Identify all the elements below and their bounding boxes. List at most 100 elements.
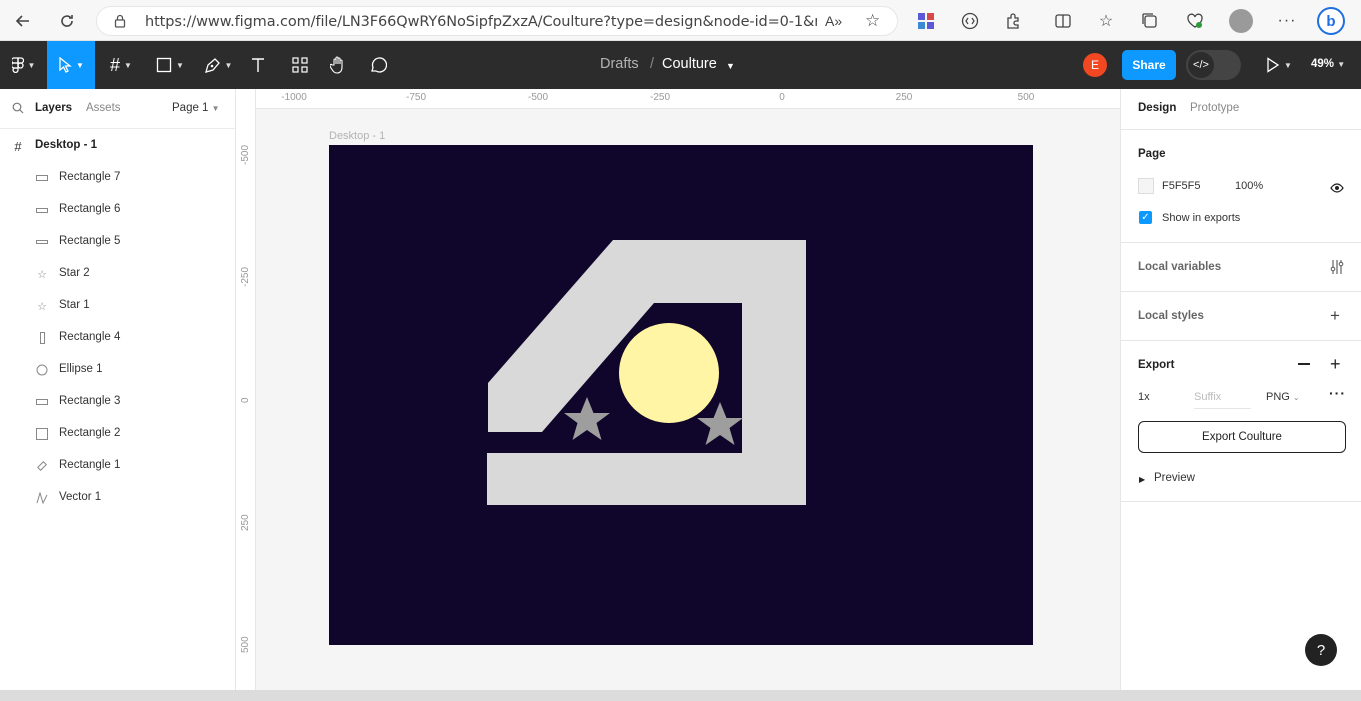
page-color-swatch[interactable] (1138, 178, 1154, 194)
layer-rectangle-4[interactable]: Rectangle 4 (0, 322, 235, 354)
ruler-label: -250 (240, 266, 251, 287)
page-color-value[interactable]: F5F5F5 (1162, 180, 1201, 192)
read-aloud-icon[interactable]: A» (825, 13, 842, 29)
file-name[interactable]: Coulture (662, 56, 717, 72)
page-opacity-value[interactable]: 100% (1235, 180, 1263, 192)
layer-rectangle-3[interactable]: Rectangle 3 (0, 386, 235, 418)
chevron-down-icon: ▼ (27, 60, 36, 70)
performance-icon[interactable] (1182, 8, 1208, 34)
frame-tool-button[interactable]: # ▼ (101, 41, 141, 89)
layer-rectangle-7[interactable]: Rectangle 7 (0, 162, 235, 194)
zoom-level[interactable]: 49% ▼ (1311, 58, 1345, 70)
code-icon[interactable] (957, 8, 983, 34)
plus-icon[interactable]: + (1330, 354, 1341, 375)
layer-rectangle-2[interactable]: Rectangle 2 (0, 418, 235, 450)
ellipse-icon (36, 364, 48, 376)
present-button[interactable]: ▼ (1262, 41, 1296, 89)
share-button[interactable]: Share (1122, 50, 1176, 80)
rectangle-icon (36, 236, 48, 248)
layer-vector-1[interactable]: Vector 1 (0, 482, 235, 514)
layer-name: Rectangle 2 (59, 427, 121, 439)
page-selector[interactable]: Page 1 ▼ (172, 102, 220, 114)
back-icon[interactable] (10, 8, 36, 34)
text-tool-button[interactable] (246, 41, 270, 89)
show-in-exports-checkbox[interactable]: ✓ (1139, 211, 1152, 224)
breadcrumb-separator: / (650, 56, 655, 72)
layer-star-1[interactable]: ☆ Star 1 (0, 290, 235, 322)
chevron-down-icon[interactable]: ▼ (726, 61, 735, 71)
frame-desktop-1[interactable] (329, 145, 1033, 645)
profile-icon[interactable] (1229, 9, 1253, 33)
ruler-label: 500 (240, 636, 251, 653)
collections-icon[interactable] (1137, 8, 1163, 34)
preview-row[interactable]: ▶ Preview (1121, 462, 1361, 502)
code-brackets-icon: </> (1188, 52, 1214, 78)
comment-icon (371, 57, 387, 73)
chevron-down-icon: ▼ (224, 60, 233, 70)
favorite-icon[interactable]: ☆ (865, 11, 880, 31)
bing-icon[interactable]: b (1317, 7, 1345, 35)
pen-tool-button[interactable]: ▼ (198, 41, 238, 89)
more-options-icon[interactable]: ··· (1329, 385, 1346, 401)
star-1[interactable] (564, 397, 610, 440)
layer-rectangle-1[interactable]: Rectangle 1 (0, 450, 235, 482)
local-styles-section[interactable]: Local styles + (1121, 292, 1361, 341)
figma-logo-icon (11, 57, 24, 73)
right-panel-tabs: Design Prototype (1121, 89, 1361, 130)
frame-icon: # (14, 138, 22, 154)
help-button[interactable]: ? (1305, 634, 1337, 666)
chevron-down-icon: ▼ (176, 60, 184, 70)
dev-mode-toggle[interactable]: </> (1186, 50, 1241, 80)
rectangle-bottom[interactable] (487, 453, 806, 505)
canvas[interactable]: -1000 -750 -500 -250 0 250 500 -500 -250… (236, 89, 1120, 690)
extensions-icon[interactable] (1001, 8, 1027, 34)
plus-icon[interactable]: + (1330, 306, 1340, 326)
chevron-down-icon: ▼ (211, 104, 220, 113)
user-avatar[interactable]: E (1083, 53, 1107, 77)
layer-ellipse-1[interactable]: Ellipse 1 (0, 354, 235, 386)
search-icon[interactable] (12, 101, 24, 119)
ellipse-1[interactable] (619, 323, 719, 423)
layer-rectangle-6[interactable]: Rectangle 6 (0, 194, 235, 226)
tab-design[interactable]: Design (1138, 102, 1176, 114)
tab-layers[interactable]: Layers (35, 102, 72, 114)
layer-desktop-1[interactable]: # Desktop - 1 (0, 130, 235, 162)
rectangle-right[interactable] (742, 303, 748, 453)
variables-icon[interactable] (1330, 259, 1344, 280)
favorites-icon[interactable]: ☆ (1093, 8, 1119, 34)
extensions-grid-icon[interactable] (913, 8, 939, 34)
eye-icon[interactable] (1330, 180, 1344, 198)
local-variables-section[interactable]: Local variables (1121, 243, 1361, 292)
main-menu-button[interactable]: ▼ (0, 41, 47, 89)
layer-rectangle-5[interactable]: Rectangle 5 (0, 226, 235, 258)
ruler-label: -1000 (281, 92, 307, 103)
comment-tool-button[interactable] (366, 41, 390, 89)
more-icon[interactable]: ··· (1274, 8, 1300, 34)
refresh-icon[interactable] (54, 8, 80, 34)
url-text[interactable]: https://www.figma.com/file/LN3F66QwRY6No… (145, 14, 817, 30)
artwork (487, 240, 806, 505)
layer-name: Rectangle 3 (59, 395, 121, 407)
frame-label[interactable]: Desktop - 1 (329, 130, 385, 142)
export-scale[interactable]: 1x (1138, 391, 1150, 403)
hand-tool-button[interactable] (326, 41, 350, 89)
minus-icon[interactable] (1298, 363, 1310, 365)
tab-prototype[interactable]: Prototype (1190, 102, 1239, 114)
export-button[interactable]: Export Coulture (1138, 421, 1346, 453)
vector-icon (36, 492, 48, 504)
move-tool-button[interactable]: ▼ (47, 41, 95, 89)
chevron-down-icon: ▼ (124, 60, 132, 70)
tab-assets[interactable]: Assets (86, 102, 121, 114)
play-icon (1267, 57, 1280, 73)
frame-icon: # (110, 54, 121, 75)
shape-tool-button[interactable]: ▼ (150, 41, 190, 89)
export-suffix-input[interactable]: Suffix (1194, 391, 1251, 409)
figma-toolbar: ▼ ▼ # ▼ ▼ ▼ Drafts / Coulture ▼ E Share … (0, 41, 1361, 89)
address-bar[interactable]: https://www.figma.com/file/LN3F66QwRY6No… (96, 6, 898, 36)
split-screen-icon[interactable] (1050, 8, 1076, 34)
export-format-select[interactable]: PNG ⌄ (1266, 391, 1300, 403)
resources-button[interactable] (288, 41, 312, 89)
breadcrumb-drafts[interactable]: Drafts (600, 56, 639, 72)
layer-star-2[interactable]: ☆ Star 2 (0, 258, 235, 290)
chevron-down-icon: ▼ (1284, 60, 1292, 70)
